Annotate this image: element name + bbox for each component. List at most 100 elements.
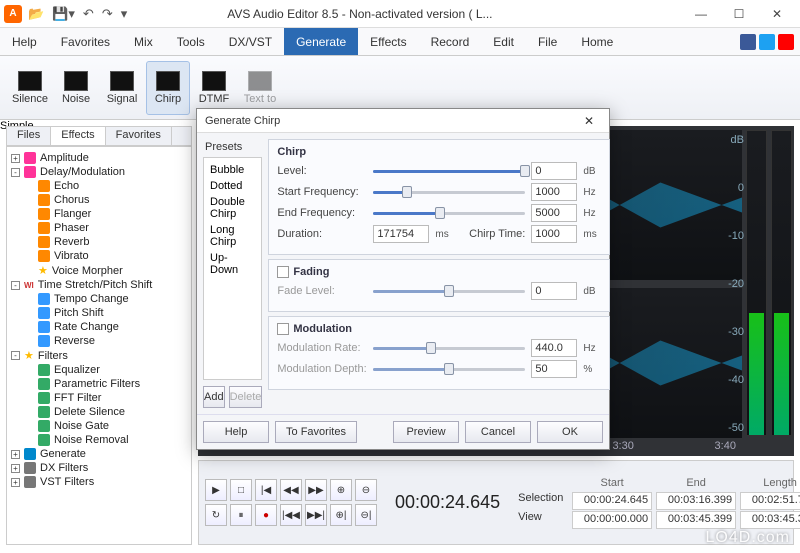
menu-record[interactable]: Record	[419, 28, 482, 55]
tree-flanger[interactable]: Flanger	[9, 207, 189, 221]
expand-icon[interactable]: +	[11, 478, 20, 487]
zoom-in-button[interactable]: ⊕	[330, 479, 352, 501]
dialog-titlebar[interactable]: Generate Chirp ✕	[197, 109, 609, 133]
play-button[interactable]: ▶	[205, 479, 227, 501]
expand-icon[interactable]: -	[11, 168, 20, 177]
help-button[interactable]: Help	[203, 421, 269, 443]
preset-up-down[interactable]: Up-Down	[208, 250, 257, 278]
fade-level-input[interactable]	[531, 282, 577, 300]
redo-icon[interactable]: ↷	[102, 6, 113, 22]
side-tab-files[interactable]: Files	[7, 127, 51, 145]
tree-tempo-change[interactable]: Tempo Change	[9, 292, 189, 306]
tree-noise-gate[interactable]: Noise Gate	[9, 419, 189, 433]
end-freq-slider[interactable]	[373, 206, 525, 220]
skip-prev-button[interactable]: |◀◀	[280, 504, 302, 526]
zoom-out-button[interactable]: ⊖	[355, 479, 377, 501]
preset-long-chirp[interactable]: Long Chirp	[208, 222, 257, 250]
preset-bubble[interactable]: Bubble	[208, 162, 257, 178]
expand-icon[interactable]: +	[11, 464, 20, 473]
tree-echo[interactable]: Echo	[9, 179, 189, 193]
ribbon-signal[interactable]: Signal	[100, 61, 144, 115]
youtube-icon[interactable]	[778, 34, 794, 50]
start-freq-slider[interactable]	[373, 185, 525, 199]
tree-delete-silence[interactable]: Delete Silence	[9, 405, 189, 419]
sel-start[interactable]: 00:00:24.645	[572, 492, 652, 510]
ribbon-dtmf[interactable]: DTMF	[192, 61, 236, 115]
pause-button[interactable]: ⏸	[230, 504, 252, 526]
tree-vst-filters[interactable]: +VST Filters	[9, 475, 189, 489]
rewind-button[interactable]: ◀◀	[280, 479, 302, 501]
tree-amplitude[interactable]: +Amplitude	[9, 151, 189, 165]
tree-noise-removal[interactable]: Noise Removal	[9, 433, 189, 447]
mod-rate-input[interactable]	[531, 339, 577, 357]
tree-equalizer[interactable]: Equalizer	[9, 363, 189, 377]
expand-icon[interactable]: -	[11, 281, 20, 290]
expand-icon[interactable]: -	[11, 351, 20, 360]
mod-depth-input[interactable]	[531, 360, 577, 378]
presets-list[interactable]: BubbleDottedDouble ChirpLong ChirpUp-Dow…	[203, 157, 262, 380]
maximize-button[interactable]: ☐	[720, 2, 758, 26]
preview-button[interactable]: Preview	[393, 421, 459, 443]
tree-parametric-filters[interactable]: Parametric Filters	[9, 377, 189, 391]
zoom-fit-button[interactable]: ⊖|	[355, 504, 377, 526]
expand-icon[interactable]: +	[11, 450, 20, 459]
menu-home[interactable]: Home	[569, 28, 625, 55]
tree-phaser[interactable]: Phaser	[9, 221, 189, 235]
mod-rate-slider[interactable]	[373, 341, 525, 355]
undo-icon[interactable]: ↶	[83, 6, 94, 22]
stop-button[interactable]: □	[230, 479, 252, 501]
menu-help[interactable]: Help	[0, 28, 49, 55]
ribbon-silence[interactable]: Silence	[8, 61, 52, 115]
tree-reverb[interactable]: Reverb	[9, 235, 189, 249]
chirp-time-input[interactable]	[531, 225, 577, 243]
fade-level-slider[interactable]	[373, 284, 525, 298]
tree-fft-filter[interactable]: FFT Filter	[9, 391, 189, 405]
ribbon-noise[interactable]: Noise	[54, 61, 98, 115]
minimize-button[interactable]: —	[682, 2, 720, 26]
tree-delay-modulation[interactable]: -Delay/Modulation	[9, 165, 189, 179]
tree-vibrato[interactable]: Vibrato	[9, 249, 189, 263]
close-button[interactable]: ✕	[758, 2, 796, 26]
menu-file[interactable]: File	[526, 28, 569, 55]
menu-dxvst[interactable]: DX/VST	[217, 28, 284, 55]
tree-voice-morpher[interactable]: ★Voice Morpher	[9, 263, 189, 278]
mod-depth-slider[interactable]	[373, 362, 525, 376]
preset-add-button[interactable]: Add	[203, 386, 225, 408]
tree-filters[interactable]: -★Filters	[9, 348, 189, 363]
tree-pitch-shift[interactable]: Pitch Shift	[9, 306, 189, 320]
record-button[interactable]: ●	[255, 504, 277, 526]
ok-button[interactable]: OK	[537, 421, 603, 443]
menu-favorites[interactable]: Favorites	[49, 28, 122, 55]
tree-generate[interactable]: +Generate	[9, 447, 189, 461]
sel-length[interactable]: 00:02:51.754	[740, 492, 800, 510]
expand-icon[interactable]: +	[11, 154, 20, 163]
level-slider[interactable]	[373, 164, 525, 178]
view-length[interactable]: 00:03:45.399	[740, 511, 800, 529]
preset-double-chirp[interactable]: Double Chirp	[208, 194, 257, 222]
side-tab-favorites[interactable]: Favorites	[106, 127, 172, 145]
view-start[interactable]: 00:00:00.000	[572, 511, 652, 529]
to-favorites-button[interactable]: To Favorites	[275, 421, 357, 443]
modulation-checkbox[interactable]	[277, 323, 289, 335]
forward-button[interactable]: ▶▶	[305, 479, 327, 501]
menu-tools[interactable]: Tools	[165, 28, 217, 55]
side-tab-effects[interactable]: Effects	[51, 127, 105, 145]
sel-end[interactable]: 00:03:16.399	[656, 492, 736, 510]
end-freq-input[interactable]	[531, 204, 577, 222]
view-end[interactable]: 00:03:45.399	[656, 511, 736, 529]
tree-reverse[interactable]: Reverse	[9, 334, 189, 348]
rewind-start-button[interactable]: |◀	[255, 479, 277, 501]
tree-chorus[interactable]: Chorus	[9, 193, 189, 207]
skip-next-button[interactable]: ▶▶|	[305, 504, 327, 526]
cancel-button[interactable]: Cancel	[465, 421, 531, 443]
loop-button[interactable]: ↻	[205, 504, 227, 526]
facebook-icon[interactable]	[740, 34, 756, 50]
menu-mix[interactable]: Mix	[122, 28, 165, 55]
menu-generate[interactable]: Generate	[284, 28, 358, 55]
tree-time-stretch-pitch-shift[interactable]: -WITime Stretch/Pitch Shift	[9, 278, 189, 292]
start-freq-input[interactable]	[531, 183, 577, 201]
menu-effects[interactable]: Effects	[358, 28, 418, 55]
tree-rate-change[interactable]: Rate Change	[9, 320, 189, 334]
twitter-icon[interactable]	[759, 34, 775, 50]
duration-input[interactable]	[373, 225, 429, 243]
